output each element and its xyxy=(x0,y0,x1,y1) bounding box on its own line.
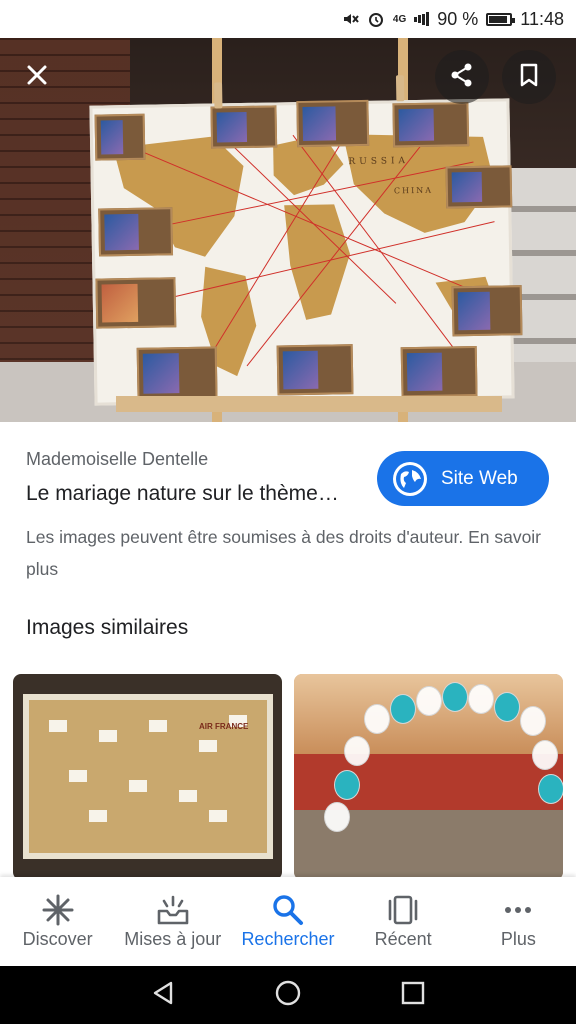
home-icon[interactable] xyxy=(274,979,302,1012)
close-icon xyxy=(25,63,49,92)
battery-percent: 90 % xyxy=(437,8,479,29)
nav-label: Rechercher xyxy=(241,929,335,949)
nav-more[interactable]: Plus xyxy=(461,877,576,966)
back-icon[interactable] xyxy=(149,979,177,1012)
result-title[interactable]: Le mariage nature sur le thème… xyxy=(26,482,366,506)
map-board: RUSSIA CHINA xyxy=(89,75,523,406)
bookmark-icon xyxy=(518,63,540,92)
photo-card xyxy=(392,102,470,148)
clothespin xyxy=(395,75,405,102)
site-web-label: Site Web xyxy=(441,467,518,489)
nav-updates[interactable]: Mises à jour xyxy=(115,877,230,966)
nav-search[interactable]: Rechercher xyxy=(230,877,345,966)
similar-image-thumbnail[interactable]: AIR FRANCE xyxy=(13,674,282,880)
photo-card xyxy=(94,113,146,161)
map-label-china: CHINA xyxy=(394,186,433,196)
bottom-navigation: Discover Mises à jour Rechercher Récent … xyxy=(0,877,576,966)
clock: 11:48 xyxy=(520,8,564,29)
system-navigation-bar xyxy=(0,966,576,1024)
globe-icon xyxy=(393,461,427,496)
photo-card xyxy=(136,346,218,400)
copyright-notice[interactable]: Les images peuvent être soumises à des d… xyxy=(26,521,546,585)
photo-card xyxy=(451,285,523,337)
battery-icon xyxy=(486,12,516,26)
search-icon xyxy=(271,893,305,927)
photo-card xyxy=(98,207,174,257)
similar-images-heading: Images similaires xyxy=(26,616,189,639)
nav-label: Récent xyxy=(374,929,432,949)
nav-label: Plus xyxy=(500,929,536,949)
network-type: 4G xyxy=(392,13,407,25)
thumb-map-caption: AIR FRANCE xyxy=(199,722,249,731)
hero-image[interactable]: RUSSIA CHINA xyxy=(0,38,576,422)
source-name[interactable]: Mademoiselle Dentelle xyxy=(26,449,208,470)
bookmark-button[interactable] xyxy=(502,50,556,104)
clothespin xyxy=(214,82,223,109)
map-label-russia: RUSSIA xyxy=(348,156,409,167)
photo-card xyxy=(445,165,513,209)
nav-label: Mises à jour xyxy=(124,929,222,949)
close-button[interactable] xyxy=(10,50,64,104)
nav-recent[interactable]: Récent xyxy=(346,877,461,966)
alarm-icon xyxy=(367,10,385,28)
similar-image-thumbnail[interactable] xyxy=(294,674,563,880)
site-web-button[interactable]: Site Web xyxy=(377,451,549,506)
signal-icon xyxy=(414,12,430,26)
overview-icon[interactable] xyxy=(399,979,427,1012)
asterisk-icon xyxy=(41,893,75,927)
recent-icon xyxy=(386,893,420,927)
share-icon xyxy=(449,62,475,93)
nav-label: Discover xyxy=(22,929,93,949)
easel-shelf xyxy=(116,396,502,412)
photo-card xyxy=(276,344,354,396)
mute-icon xyxy=(341,10,359,28)
share-button[interactable] xyxy=(435,50,489,104)
photo-card xyxy=(400,345,478,398)
photo-card xyxy=(95,277,177,329)
more-icon xyxy=(501,893,535,927)
status-bar: 4G 90 % 11:48 xyxy=(0,0,576,38)
photo-card xyxy=(210,105,278,149)
updates-icon xyxy=(156,893,190,927)
nav-discover[interactable]: Discover xyxy=(0,877,115,966)
thumb-map: AIR FRANCE xyxy=(23,694,273,859)
photo-card xyxy=(296,99,370,148)
